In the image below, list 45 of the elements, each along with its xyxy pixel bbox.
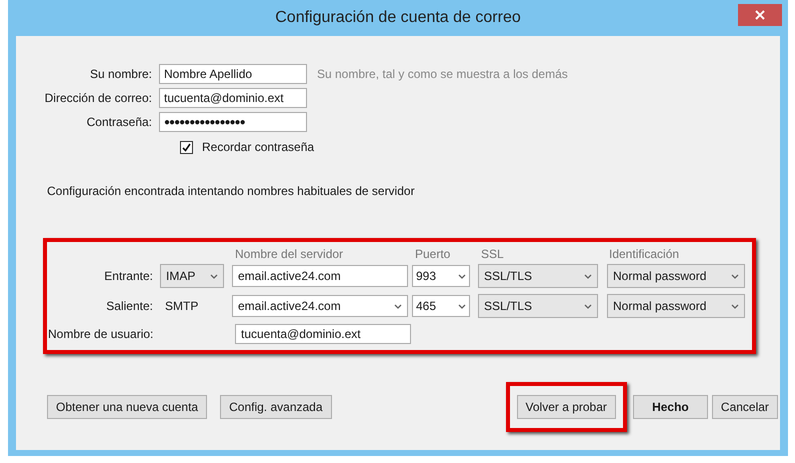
field-label: Su nombre: xyxy=(88,66,153,83)
dialog-button[interactable]: Obtener una nueva cuenta xyxy=(47,395,208,419)
field-label: Saliente: xyxy=(105,298,154,315)
column-header: SSL xyxy=(481,246,504,263)
dialog-button[interactable]: Cancelar xyxy=(712,395,778,419)
column-header: Nombre del servidor xyxy=(235,246,344,263)
input-field[interactable]: tucuenta@dominio.ext xyxy=(235,324,411,344)
field-label: Entrante: xyxy=(103,268,154,285)
caret-icon xyxy=(210,274,218,278)
field-label: Dirección de correo: xyxy=(44,90,153,107)
auth-dropdown[interactable]: Normal password xyxy=(607,264,745,288)
caret-icon xyxy=(394,304,402,308)
field-label: Contraseña: xyxy=(86,114,153,131)
input-field[interactable]: tucuenta@dominio.ext xyxy=(159,88,307,108)
caret-icon xyxy=(584,274,592,278)
status-text: Configuración encontrada intentando nombres habituales de servidor xyxy=(47,183,416,200)
close-button[interactable] xyxy=(738,4,782,26)
close-icon xyxy=(755,10,765,20)
password-field[interactable]: ●●●●●●●●●●●●●●●● xyxy=(159,112,307,132)
server-dropdown[interactable]: email.active24.com xyxy=(232,295,408,317)
ssl-dropdown[interactable]: SSL/TLS xyxy=(478,264,598,288)
caret-icon xyxy=(458,304,466,308)
column-header: Puerto xyxy=(415,246,450,263)
dialog-button[interactable]: Hecho xyxy=(632,395,708,419)
caret-icon xyxy=(731,304,739,308)
input-field[interactable]: email.active24.com xyxy=(232,265,408,287)
field-label: Nombre de usuario: xyxy=(47,326,154,343)
port-dropdown[interactable]: 993 xyxy=(412,265,470,287)
input-field[interactable]: Nombre Apellido xyxy=(159,64,307,84)
caret-icon xyxy=(584,304,592,308)
column-header: Identificación xyxy=(609,246,680,263)
window-title: Configuración de cuenta de correo xyxy=(275,8,521,28)
ssl-dropdown[interactable]: SSL/TLS xyxy=(478,294,598,318)
caret-icon xyxy=(458,274,466,278)
checkmark-icon xyxy=(182,142,191,152)
port-dropdown[interactable]: 465 xyxy=(412,295,470,317)
dialog-button[interactable]: Config. avanzada xyxy=(220,395,332,419)
caret-icon xyxy=(731,274,739,278)
checkbox[interactable] xyxy=(180,140,193,154)
auth-dropdown[interactable]: Normal password xyxy=(607,294,745,318)
dialog-button[interactable]: Volver a probar xyxy=(516,395,616,419)
protocol-text: SMTP xyxy=(164,298,200,315)
checkbox-label[interactable]: Recordar contraseña xyxy=(202,138,314,156)
protocol-dropdown[interactable]: IMAP xyxy=(160,264,224,288)
hint-text: Su nombre, tal y como se muestra a los demás xyxy=(317,66,568,83)
